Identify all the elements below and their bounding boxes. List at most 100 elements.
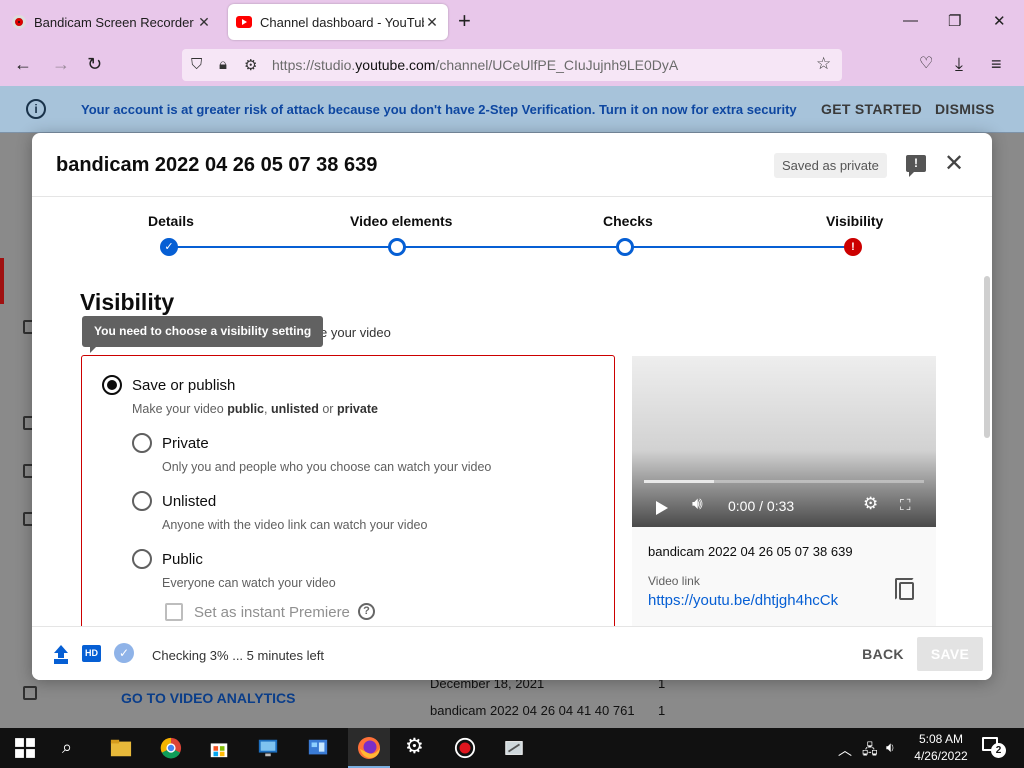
sidebar-feedback-icon[interactable] <box>23 686 37 700</box>
video-player[interactable]: 🔊︎ 0:00 / 0:33 ⚙ ⛶ <box>632 356 936 527</box>
public-label[interactable]: Public <box>162 551 203 568</box>
security-banner: i Your account is at greater risk of att… <box>0 86 1024 133</box>
close-tab-icon[interactable]: ✕ <box>424 14 440 31</box>
taskbar-time[interactable]: 5:08 AM <box>911 732 971 746</box>
step-dot-video-elements[interactable] <box>388 238 406 256</box>
get-started-button[interactable]: GET STARTED <box>821 101 922 117</box>
help-question-icon[interactable]: ? <box>358 603 375 620</box>
dialog-scrollbar[interactable] <box>984 276 990 438</box>
visibility-subtitle: e your video <box>320 325 391 340</box>
fullscreen-icon[interactable]: ⛶ <box>900 497 911 515</box>
url-text[interactable]: https://studio.youtube.com/channel/UCeUl… <box>272 57 678 73</box>
back-button[interactable]: BACK <box>854 640 912 668</box>
new-tab-plus-icon[interactable]: + <box>458 10 471 32</box>
info-icon: i <box>26 99 46 119</box>
dismiss-button[interactable]: DISMISS <box>935 101 995 117</box>
save-or-publish-label[interactable]: Save or publish <box>132 377 235 394</box>
restore-window-icon[interactable]: ❐ <box>948 12 961 30</box>
file-explorer-icon[interactable] <box>110 737 132 759</box>
chrome-icon[interactable] <box>160 737 182 759</box>
copy-link-icon[interactable] <box>895 578 914 600</box>
menu-hamburger-icon[interactable]: ≡ <box>991 54 1002 74</box>
action-center-icon[interactable]: 2 <box>982 737 1006 758</box>
control-panel-icon[interactable] <box>307 737 329 759</box>
snipping-tool-icon[interactable] <box>503 737 525 759</box>
settings-gear-icon[interactable]: ⚙ <box>405 734 427 758</box>
private-radio[interactable] <box>132 433 152 453</box>
browser-toolbar: ← → ↻ ⛉ 🔒︎ ⚙ https://studio.youtube.com/… <box>0 44 1024 86</box>
browser-tab-bandicam[interactable]: Bandicam Screen Recorder Dow ✕ <box>4 4 220 40</box>
visibility-heading: Visibility <box>80 289 175 315</box>
upload-dialog: bandicam 2022 04 26 05 07 38 639 Saved a… <box>32 133 992 680</box>
save-or-publish-desc: Make your video public, unlisted or priv… <box>132 402 378 416</box>
instant-premiere-label[interactable]: Set as instant Premiere <box>194 604 350 621</box>
bandicam-record-icon[interactable] <box>454 737 476 759</box>
show-hidden-icons-chevron-icon[interactable]: ︿ <box>838 740 852 760</box>
tracking-shield-icon[interactable]: ⛉ <box>191 56 202 73</box>
play-icon[interactable] <box>656 501 668 515</box>
step-visibility[interactable]: Visibility <box>826 213 883 229</box>
save-or-publish-box: Save or publish Make your video public, … <box>81 355 615 645</box>
youtube-favicon-icon <box>236 16 252 28</box>
step-error-icon[interactable]: ! <box>844 238 862 256</box>
volume-tray-icon[interactable]: 🔉︎ <box>886 739 895 756</box>
private-desc: Only you and people who you choose can w… <box>162 460 492 474</box>
microsoft-store-icon[interactable] <box>208 737 230 759</box>
video-preview-card: 🔊︎ 0:00 / 0:33 ⚙ ⛶ bandicam 2022 04 26 0… <box>632 356 936 628</box>
firefox-taskbar-item[interactable] <box>348 728 390 768</box>
close-window-icon[interactable]: ✕ <box>993 12 1006 30</box>
browser-tab-youtube-studio[interactable]: Channel dashboard - YouTube S ✕ <box>228 4 448 40</box>
save-or-publish-radio[interactable] <box>102 375 122 395</box>
tab-title: Bandicam Screen Recorder Dow <box>34 14 196 30</box>
public-radio[interactable] <box>132 549 152 569</box>
preview-video-name: bandicam 2022 04 26 05 07 38 639 <box>648 544 853 559</box>
forward-arrow-icon[interactable]: → <box>52 54 70 74</box>
windows-start-icon[interactable] <box>14 737 36 759</box>
volume-icon[interactable]: 🔊︎ <box>692 495 703 513</box>
save-button[interactable]: SAVE <box>917 637 983 671</box>
public-desc: Everyone can watch your video <box>162 576 336 590</box>
close-tab-icon[interactable]: ✕ <box>196 14 212 31</box>
sidebar-active-marker <box>0 258 4 304</box>
downloads-icon[interactable]: ⤓ <box>955 54 963 74</box>
permissions-icon[interactable]: ⚙ <box>244 56 257 74</box>
settings-gear-icon[interactable]: ⚙ <box>863 495 878 513</box>
address-bar[interactable]: ⛉ 🔒︎ ⚙ https://studio.youtube.com/channe… <box>182 49 842 81</box>
step-video-elements[interactable]: Video elements <box>350 213 452 229</box>
video-time: 0:00 / 0:33 <box>728 498 795 514</box>
studio-sidebar <box>0 133 32 728</box>
search-icon[interactable]: ⌕ <box>62 737 84 759</box>
unlisted-label[interactable]: Unlisted <box>162 493 216 510</box>
taskbar-date[interactable]: 4/26/2022 <box>911 749 971 763</box>
bg-row-count: 1 <box>658 703 666 718</box>
step-checks[interactable]: Checks <box>603 213 653 229</box>
reload-icon[interactable]: ↻ <box>87 54 102 74</box>
firefox-icon <box>358 737 380 759</box>
bookmark-star-icon[interactable]: ☆ <box>816 54 831 74</box>
hd-processing-icon[interactable]: HD <box>82 645 101 662</box>
back-arrow-icon[interactable]: ← <box>14 54 32 74</box>
banner-message: Your account is at greater risk of attac… <box>81 102 797 117</box>
instant-premiere-checkbox[interactable] <box>165 603 183 621</box>
video-link[interactable]: https://youtu.be/dhtjgh4hcCk <box>648 592 838 609</box>
private-label[interactable]: Private <box>162 435 209 452</box>
checks-complete-icon[interactable]: ✓ <box>114 643 134 663</box>
feedback-icon[interactable]: ! <box>906 155 926 177</box>
windows-taskbar: ⌕ ⚙ ︿ 🖧︎ 🔉︎ 5:08 AM 4/26/2022 2 <box>0 728 1024 768</box>
upload-icon[interactable] <box>54 645 68 661</box>
minimize-window-icon[interactable]: — <box>903 12 918 29</box>
unlisted-radio[interactable] <box>132 491 152 511</box>
step-details[interactable]: Details <box>148 213 194 229</box>
pocket-icon[interactable]: ♡ <box>919 54 933 74</box>
network-icon[interactable]: 🖧︎ <box>862 739 878 763</box>
remote-desktop-icon[interactable] <box>257 737 279 759</box>
video-progress-bar[interactable] <box>644 480 924 483</box>
dialog-title: bandicam 2022 04 26 05 07 38 639 <box>56 154 378 176</box>
go-to-video-analytics-link[interactable]: GO TO VIDEO ANALYTICS <box>121 690 296 706</box>
lock-icon[interactable]: 🔒︎ <box>219 56 227 73</box>
close-icon[interactable]: ✕ <box>944 150 964 178</box>
step-dot-checks[interactable] <box>616 238 634 256</box>
step-done-check-icon[interactable]: ✓ <box>160 238 178 256</box>
unlisted-desc: Anyone with the video link can watch you… <box>162 518 428 532</box>
tab-title: Channel dashboard - YouTube S <box>260 14 424 30</box>
